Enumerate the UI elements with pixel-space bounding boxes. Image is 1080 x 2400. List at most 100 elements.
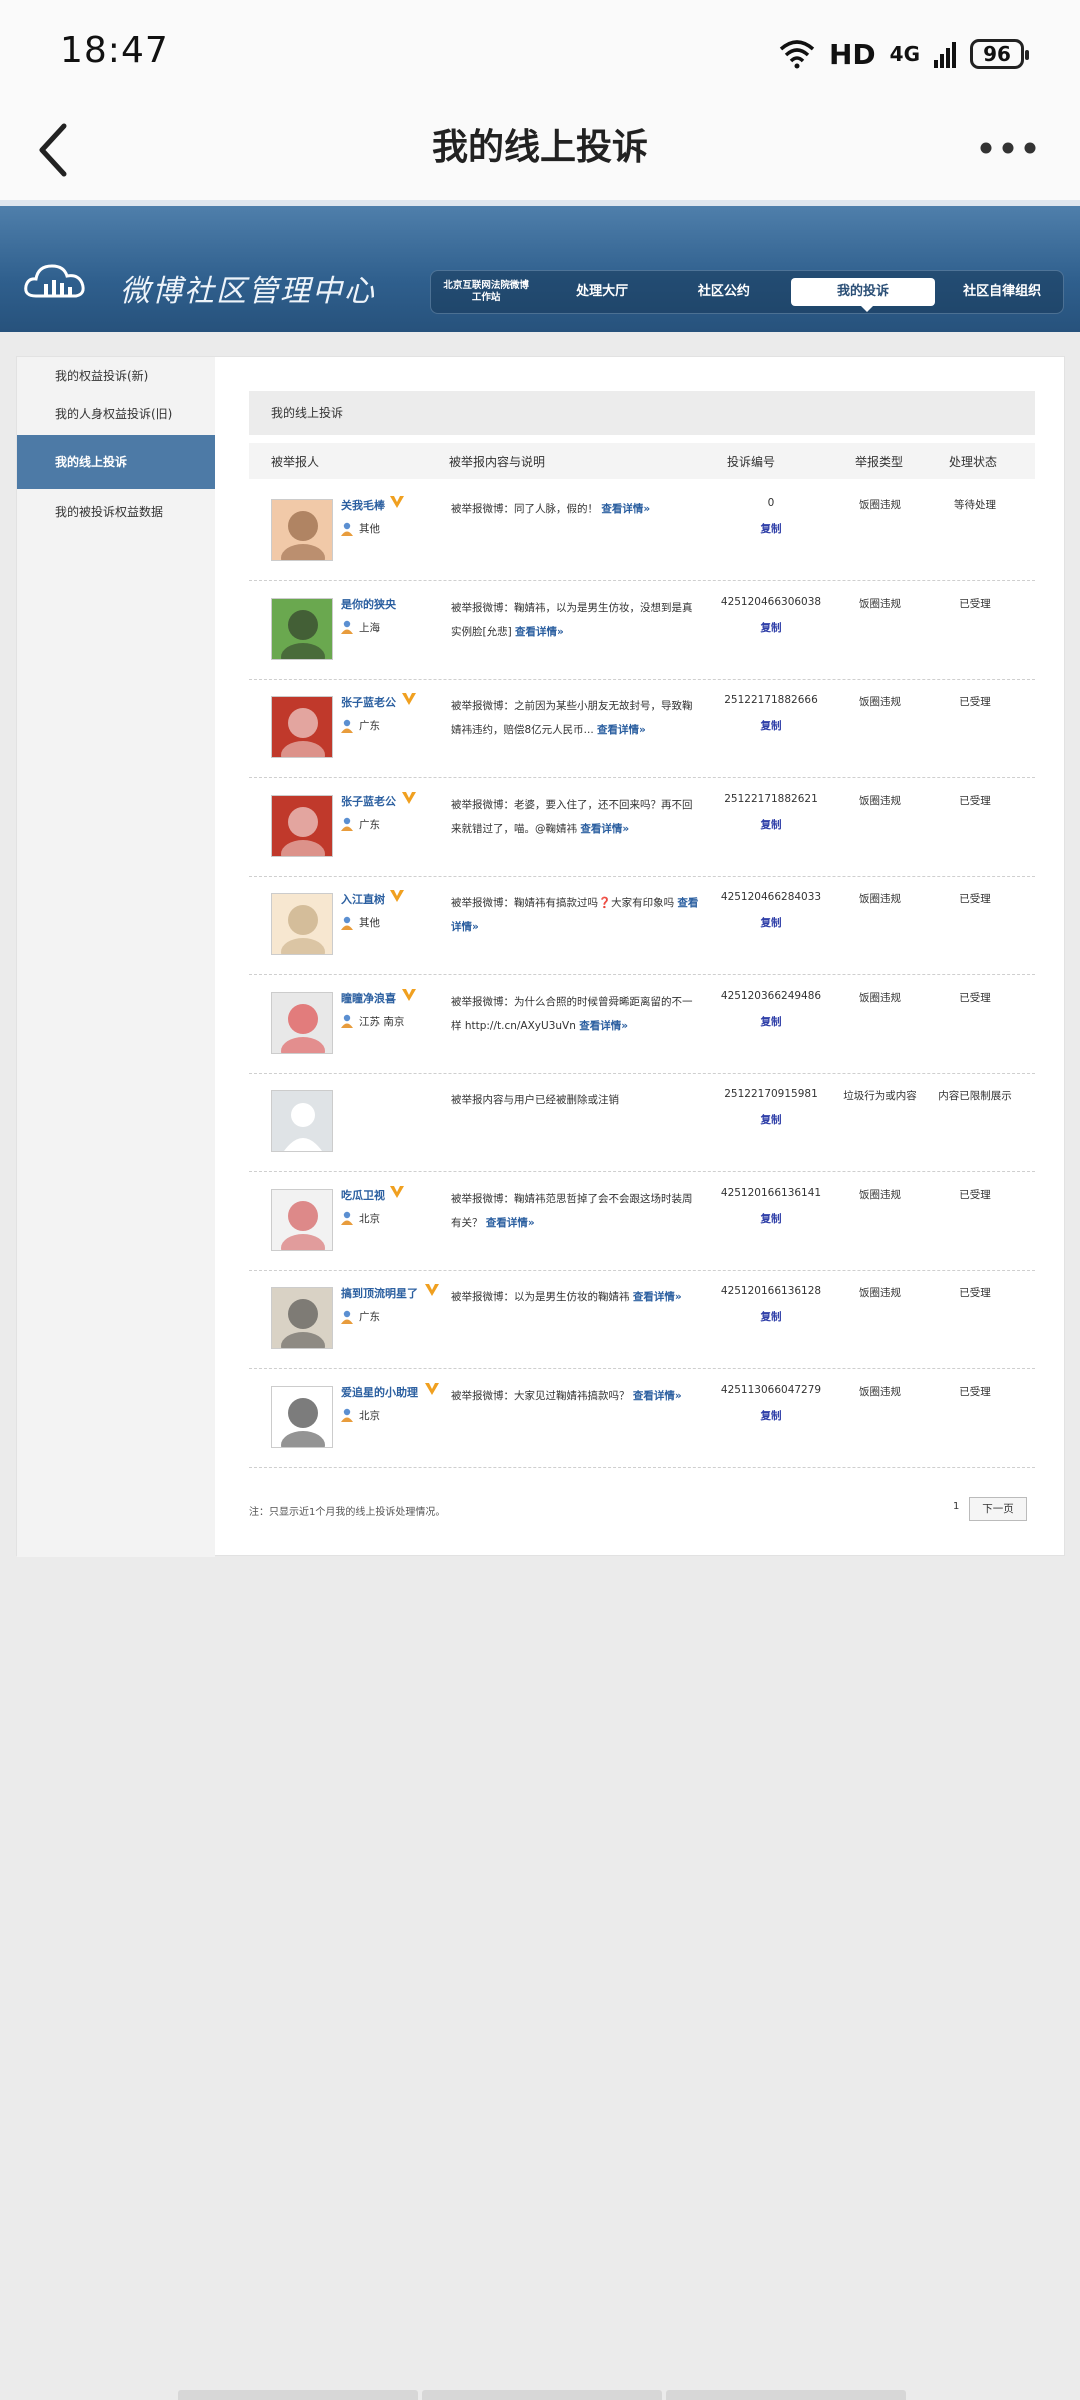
nav-community-rules[interactable]: 社区公约 xyxy=(663,270,785,314)
status-time: 18:47 xyxy=(60,30,169,71)
status-text: 已受理 xyxy=(959,794,991,807)
table-row: 爱追星的小助理北京 被举报微博：大家见过鞠婧祎搞款吗？ 查看详情» 42511306… xyxy=(249,1370,1035,1468)
view-detail-link[interactable]: 查看详情» xyxy=(633,1291,682,1303)
copy-button[interactable]: 复制 xyxy=(711,620,831,635)
cloud-logo-icon xyxy=(24,264,85,298)
table-row: 瞳瞳净浪喜 江苏 南京 被举报微博：为什么合照的时候曾舜晞距离留的不一样 http:… xyxy=(249,976,1035,1074)
copy-button[interactable]: 复制 xyxy=(711,1211,831,1226)
avatar-image xyxy=(272,598,332,659)
location-text: 北京 xyxy=(359,1409,380,1422)
network-type: 4G xyxy=(889,42,920,66)
verified-badge-icon xyxy=(401,988,416,1001)
avatar-image xyxy=(272,992,332,1053)
sidebar-item-complained-data[interactable]: 我的被投诉权益数据 xyxy=(17,503,215,520)
site-header-banner: 微博社区管理中心 北京互联网法院微博 工作站 处理大厅 社区公约 我的投诉 社区自… xyxy=(0,200,1080,332)
hd-indicator: HD xyxy=(828,37,876,71)
report-type: 饭圈违规 xyxy=(859,794,901,807)
complaint-description: 被举报微博：鞠婧祎有搞款过吗❓大家有印象吗 查看详情» xyxy=(451,891,701,939)
section-title: 我的线上投诉 xyxy=(249,391,1035,435)
complaint-description: 被举报微博：老婆，要入住了，还不回来吗？再不回来就错过了，喵。@鞠婧祎 查看详情… xyxy=(451,793,701,841)
main-panel: 我的权益投诉(新) 我的人身权益投诉(旧) 我的线上投诉 我的被投诉权益数据 我… xyxy=(16,356,1065,1557)
report-type: 饭圈违规 xyxy=(859,499,901,511)
nav-my-complaints[interactable]: 我的投诉 xyxy=(790,278,936,312)
reported-user-name[interactable]: 张子蓝老公 xyxy=(341,793,396,809)
complaint-description: 被举报微博：以为是男生仿妆的鞠婧祎 查看详情» xyxy=(451,1285,701,1309)
view-detail-link[interactable]: 查看详情» xyxy=(597,724,646,736)
nav-processing-hall[interactable]: 处理大厅 xyxy=(541,270,663,314)
reported-user-name[interactable]: 入江直树 xyxy=(341,891,385,907)
case-number: 425120466306038 xyxy=(720,595,822,608)
avatar[interactable] xyxy=(271,1385,333,1448)
bottom-tab xyxy=(422,2390,662,2400)
reported-user-name[interactable]: 张子蓝老公 xyxy=(341,694,396,710)
view-detail-link[interactable]: 查看详情» xyxy=(580,823,629,835)
description-text: 被举报内容与用户已经被删除或注销 xyxy=(451,1094,619,1106)
verified-badge-icon xyxy=(401,791,416,804)
page-title: 我的线上投诉 xyxy=(431,127,648,168)
view-detail-link[interactable]: 查看详情» xyxy=(601,503,650,515)
avatar[interactable] xyxy=(271,1287,333,1349)
case-number: 25122171882666 xyxy=(724,694,818,706)
avatar[interactable] xyxy=(271,893,333,955)
location-text: 其他 xyxy=(359,523,380,535)
avatar[interactable] xyxy=(271,499,333,561)
avatar-image xyxy=(272,500,332,560)
reported-user-name[interactable]: 瞳瞳净浪喜 xyxy=(341,990,396,1006)
user-icon xyxy=(341,1310,353,1324)
status-text: 已受理 xyxy=(959,991,991,1004)
case-number: 425120166136128 xyxy=(720,1285,822,1297)
copy-button[interactable]: 复制 xyxy=(711,521,831,536)
location-text: 广东 xyxy=(359,818,380,831)
description-text: 被举报微博：老婆，要入住了，还不回来吗？再不回来就错过了，喵。@鞠婧祎 xyxy=(451,798,693,835)
reported-user-name[interactable]: 吃瓜卫视 xyxy=(341,1187,385,1203)
avatar[interactable] xyxy=(271,1090,333,1152)
nav-label: 工作站 xyxy=(471,292,501,303)
view-detail-link[interactable]: 查看详情» xyxy=(579,1020,628,1032)
table-row: 是你的狭央 上海 被举报微博：鞠婧祎，以为是男生仿妆，没想到是真实例脸[允悲] 查看… xyxy=(249,582,1035,680)
avatar[interactable] xyxy=(271,794,333,857)
site-nav: 北京互联网法院微博 工作站 处理大厅 社区公约 我的投诉 社区自律组织 xyxy=(430,270,1064,314)
copy-button[interactable]: 复制 xyxy=(711,718,831,733)
sidebar-item-personal-rights-old[interactable]: 我的人身权益投诉(旧) xyxy=(17,405,215,422)
view-detail-link[interactable]: 查看详情» xyxy=(515,626,564,638)
next-page-button[interactable]: 下一页 xyxy=(969,1497,1027,1521)
case-number: 425113066047279 xyxy=(720,1383,822,1396)
copy-button[interactable]: 复制 xyxy=(711,1309,831,1324)
reported-user-name[interactable]: 关我毛棒 xyxy=(341,497,385,513)
view-detail-link[interactable]: 查看详情» xyxy=(486,1217,535,1229)
reported-user-name[interactable]: 是你的狭央 xyxy=(341,596,396,612)
nav-self-regulation[interactable]: 社区自律组织 xyxy=(941,270,1063,314)
avatar-image xyxy=(272,1189,332,1250)
complaint-description: 被举报微博：大家见过鞠婧祎搞款吗？ 查看详情» xyxy=(451,1384,701,1408)
user-location: 广东 xyxy=(341,817,380,832)
copy-button[interactable]: 复制 xyxy=(711,1408,831,1423)
case-number: 25122171882621 xyxy=(724,792,818,805)
reported-user-name[interactable]: 爱追星的小助理 xyxy=(341,1384,418,1400)
reported-user-name[interactable]: 搞到顶流明星了 xyxy=(341,1285,418,1301)
sidebar-item-rights-complaint-new[interactable]: 我的权益投诉(新) xyxy=(17,367,215,384)
table-row: 关我毛棒 其他 被举报微博：同了人脉，假的！ 查看详情» 0 复制 饭圈违规 等待处理 xyxy=(249,483,1035,581)
user-icon xyxy=(341,1408,353,1422)
page-number[interactable]: 1 xyxy=(953,1501,959,1512)
avatar[interactable] xyxy=(271,597,333,660)
table-row: 被举报内容与用户已经被删除或注销 25122170915981 复制 垃圾行为或内容… xyxy=(249,1074,1035,1172)
description-text: 被举报微博：大家见过鞠婧祎搞款吗？ xyxy=(451,1389,630,1402)
avatar[interactable] xyxy=(271,1188,333,1251)
table-header: 被举报人 被举报内容与说明 投诉编号 举报类型 处理状态 xyxy=(249,443,1035,479)
view-detail-link[interactable]: 查看详情» xyxy=(633,1390,682,1402)
col-case-number: 投诉编号 xyxy=(727,455,776,469)
copy-button[interactable]: 复制 xyxy=(711,915,831,930)
copy-button[interactable]: 复制 xyxy=(711,1112,831,1127)
sidebar-item-online-complaints[interactable]: 我的线上投诉 xyxy=(17,435,215,489)
nav-label: 北京互联网法院微博 xyxy=(443,280,529,291)
copy-button[interactable]: 复制 xyxy=(711,817,831,832)
description-text: 被举报微博：鞠婧祎，以为是男生仿妆，没想到是真实例脸[允悲] xyxy=(451,601,693,638)
avatar[interactable] xyxy=(271,696,333,758)
copy-button[interactable]: 复制 xyxy=(711,1014,831,1029)
nav-beijing-court[interactable]: 北京互联网法院微博 工作站 xyxy=(431,270,541,314)
more-options-icon[interactable] xyxy=(976,128,1040,168)
status-text: 已受理 xyxy=(959,893,991,905)
report-type: 饭圈违规 xyxy=(859,1385,901,1398)
case-number: 0 xyxy=(767,497,775,509)
avatar[interactable] xyxy=(271,991,333,1054)
